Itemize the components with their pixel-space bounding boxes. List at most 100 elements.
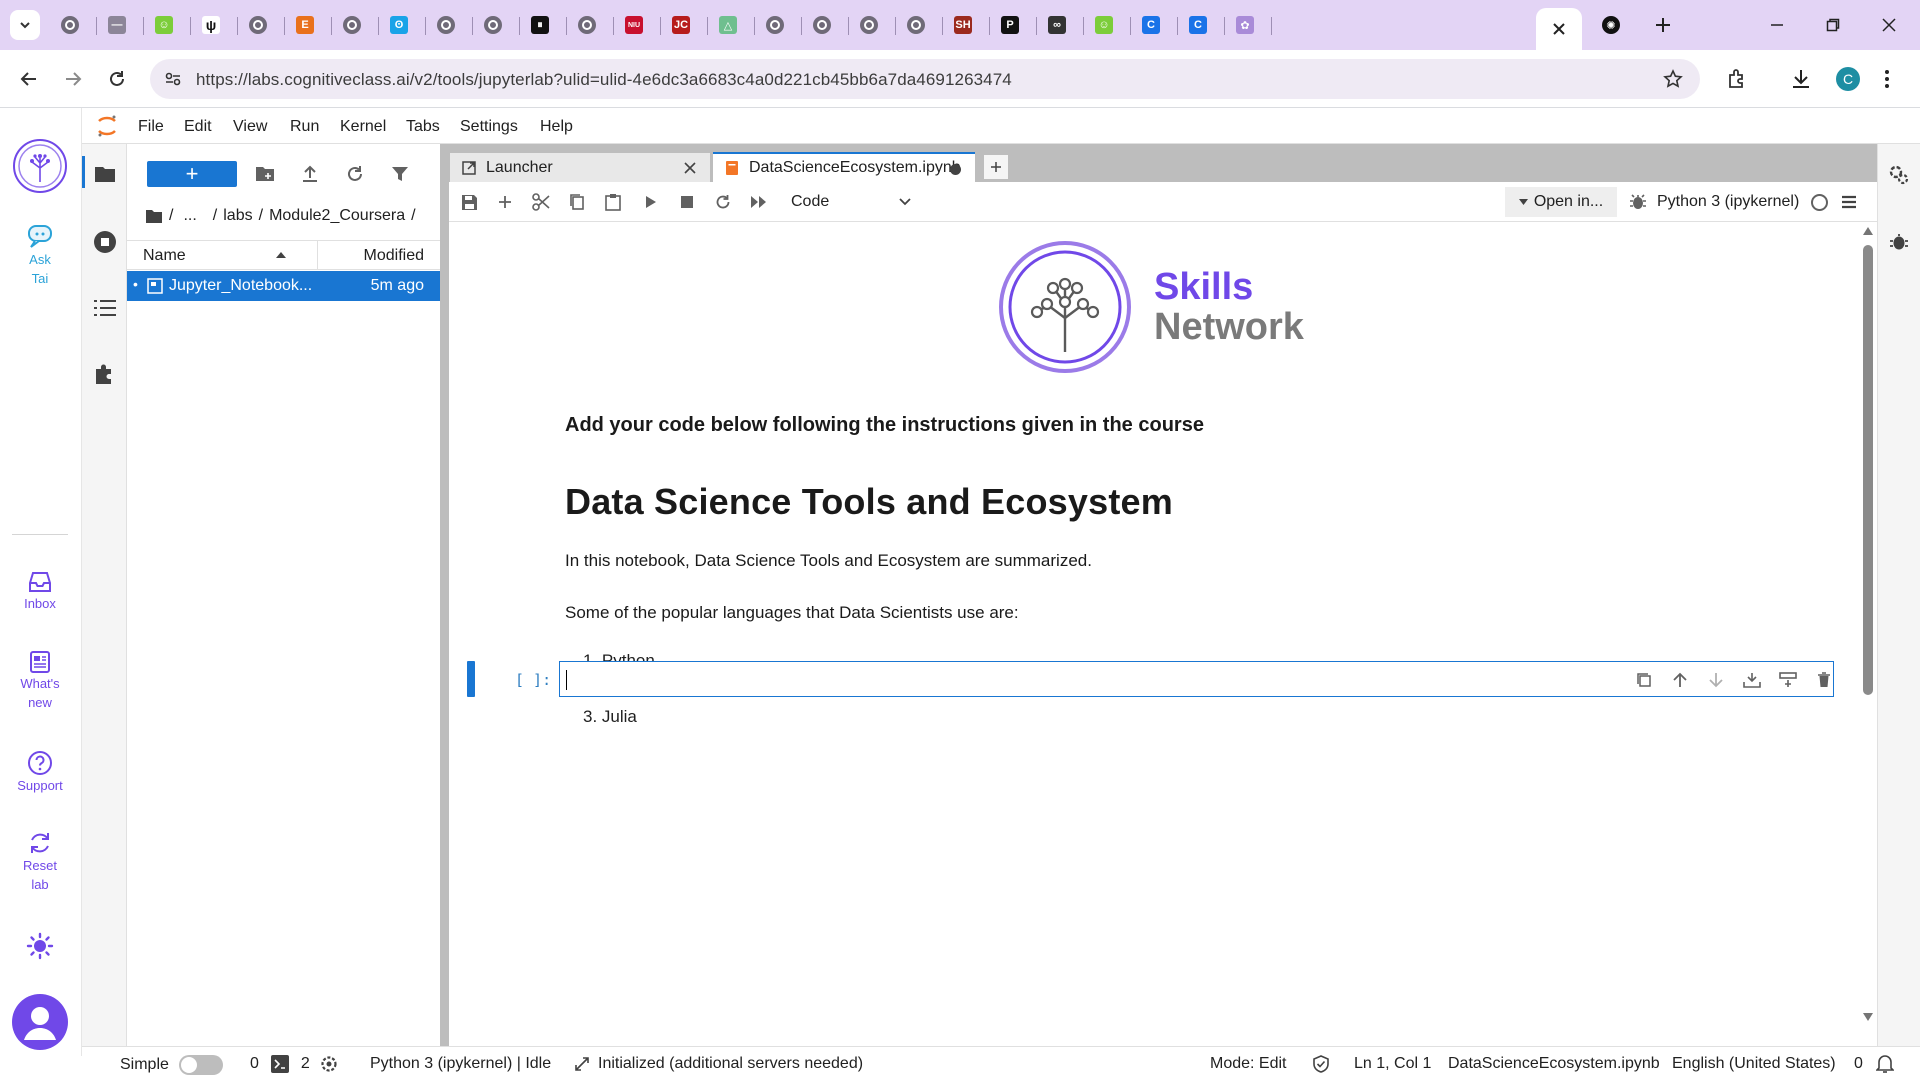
toggle-switch[interactable]	[178, 1055, 223, 1075]
address-bar[interactable]: https://labs.cognitiveclass.ai/v2/tools/…	[150, 59, 1700, 99]
close-icon[interactable]	[684, 162, 696, 174]
browser-tab[interactable]: ⏸	[520, 9, 567, 41]
interrupt-button[interactable]	[677, 192, 697, 212]
new-folder-button[interactable]	[255, 164, 275, 184]
unsaved-dot-icon[interactable]	[950, 164, 961, 175]
breadcrumb-labs[interactable]: labs	[223, 207, 252, 225]
copy-button[interactable]	[567, 192, 587, 212]
insert-cell-button[interactable]	[495, 192, 515, 212]
reload-button[interactable]	[102, 64, 132, 94]
bell-icon[interactable]	[1876, 1054, 1894, 1074]
browser-tab[interactable]	[849, 9, 896, 41]
menu-tabs[interactable]: Tabs	[406, 118, 440, 136]
language-indicator[interactable]: English (United States)	[1672, 1055, 1836, 1073]
new-tab-button[interactable]	[1650, 12, 1676, 38]
browser-tab[interactable]	[332, 9, 379, 41]
simple-mode-toggle[interactable]: Simple	[120, 1055, 223, 1075]
browser-tab[interactable]: C	[1131, 9, 1178, 41]
name-column-header[interactable]: Name	[143, 247, 186, 265]
whats-new-button[interactable]: What's new	[0, 650, 80, 712]
menu-help[interactable]: Help	[540, 118, 573, 136]
browser-tab[interactable]: P	[990, 9, 1037, 41]
browser-tab[interactable]: —	[97, 9, 144, 41]
running-sessions-tab[interactable]	[93, 230, 117, 254]
site-settings-icon[interactable]	[164, 70, 182, 88]
support-button[interactable]: Support	[0, 750, 80, 795]
file-row[interactable]: • Jupyter_Notebook... 5m ago	[127, 271, 440, 301]
minimize-button[interactable]	[1754, 10, 1800, 40]
file-name[interactable]: Jupyter_Notebook...	[169, 277, 312, 295]
download-icon[interactable]	[1790, 68, 1812, 90]
modified-column-header[interactable]: Modified	[364, 247, 424, 265]
menu-edit[interactable]: Edit	[184, 118, 212, 136]
debugger-icon[interactable]	[1889, 232, 1909, 252]
sort-up-icon[interactable]	[275, 251, 287, 259]
close-icon[interactable]	[1552, 22, 1566, 36]
browser-tab[interactable]: ψ	[191, 9, 238, 41]
browser-tab[interactable]: C	[1178, 9, 1225, 41]
scroll-up-icon[interactable]	[1863, 227, 1873, 235]
star-icon[interactable]	[1663, 69, 1683, 89]
browser-tab[interactable]	[426, 9, 473, 41]
breadcrumb-ellipsis[interactable]: ...	[183, 207, 196, 225]
browser-tab[interactable]: E	[285, 9, 332, 41]
browser-tab[interactable]: ☺	[144, 9, 191, 41]
forward-button[interactable]	[58, 64, 88, 94]
insert-above-button[interactable]	[1742, 670, 1762, 690]
bug-icon[interactable]	[1629, 193, 1647, 211]
menu-kernel[interactable]: Kernel	[340, 118, 386, 136]
browser-tab[interactable]	[567, 9, 614, 41]
move-up-button[interactable]	[1670, 670, 1690, 690]
restart-run-all-button[interactable]	[749, 192, 769, 212]
menu-run[interactable]: Run	[290, 118, 319, 136]
tab-launcher[interactable]: Launcher	[449, 152, 711, 182]
theme-toggle-button[interactable]	[0, 932, 80, 960]
ask-tai-button[interactable]: Ask Tai	[0, 224, 80, 288]
kernel-status[interactable]: Python 3 (ipykernel) | Idle	[370, 1055, 551, 1073]
cut-button[interactable]	[531, 192, 551, 212]
restart-button[interactable]	[713, 192, 733, 212]
scrollbar-thumb[interactable]	[1863, 245, 1873, 695]
breadcrumb-module[interactable]: Module2_Coursera	[269, 207, 405, 225]
save-button[interactable]	[459, 192, 479, 212]
restore-button[interactable]	[1810, 10, 1856, 40]
menu-file[interactable]: File	[138, 118, 164, 136]
delete-cell-button[interactable]	[1814, 670, 1834, 690]
browser-tab[interactable]: NIU	[614, 9, 661, 41]
browser-tab[interactable]	[473, 9, 520, 41]
browser-tab[interactable]	[802, 9, 849, 41]
reset-lab-button[interactable]: Reset lab	[0, 830, 80, 894]
browser-tab[interactable]	[755, 9, 802, 41]
inbox-button[interactable]: Inbox	[0, 570, 80, 613]
new-tab-button[interactable]	[983, 154, 1009, 180]
file-browser-tab[interactable]	[93, 162, 117, 186]
menu-view[interactable]: View	[233, 118, 267, 136]
browser-tab[interactable]: JC	[661, 9, 708, 41]
extensions-icon[interactable]	[1726, 68, 1748, 90]
browser-tab[interactable]: ✿	[1225, 9, 1272, 41]
user-avatar[interactable]	[0, 994, 80, 1050]
menu-settings[interactable]: Settings	[460, 118, 518, 136]
scroll-down-icon[interactable]	[1863, 1013, 1873, 1021]
browser-tab[interactable]	[50, 9, 97, 41]
skills-network-logo[interactable]	[0, 138, 80, 194]
folder-icon[interactable]	[145, 208, 163, 224]
extensions-tab[interactable]	[93, 362, 117, 386]
table-of-contents-tab[interactable]	[93, 296, 117, 320]
browser-tab[interactable]	[896, 9, 943, 41]
tab-notebook[interactable]: DataScienceEcosystem.ipynb	[713, 152, 975, 182]
url-text[interactable]: https://labs.cognitiveclass.ai/v2/tools/…	[196, 70, 1012, 90]
server-status[interactable]: Initialized (additional servers needed)	[574, 1055, 863, 1073]
insert-below-button[interactable]	[1778, 670, 1798, 690]
kernel-name[interactable]: Python 3 (ipykernel)	[1657, 193, 1799, 211]
browser-tab[interactable]: ✺	[1591, 9, 1631, 41]
profile-avatar[interactable]: C	[1836, 67, 1860, 91]
code-editor[interactable]	[559, 661, 1834, 697]
new-launcher-button[interactable]: +	[147, 161, 237, 187]
cell-type-select[interactable]: Code	[791, 191, 911, 213]
active-tab[interactable]	[1536, 8, 1582, 50]
browser-tab[interactable]: ʘ	[379, 9, 426, 41]
upload-button[interactable]	[300, 164, 320, 184]
browser-tab[interactable]: △	[708, 9, 755, 41]
cursor-position[interactable]: Ln 1, Col 1	[1354, 1055, 1431, 1073]
